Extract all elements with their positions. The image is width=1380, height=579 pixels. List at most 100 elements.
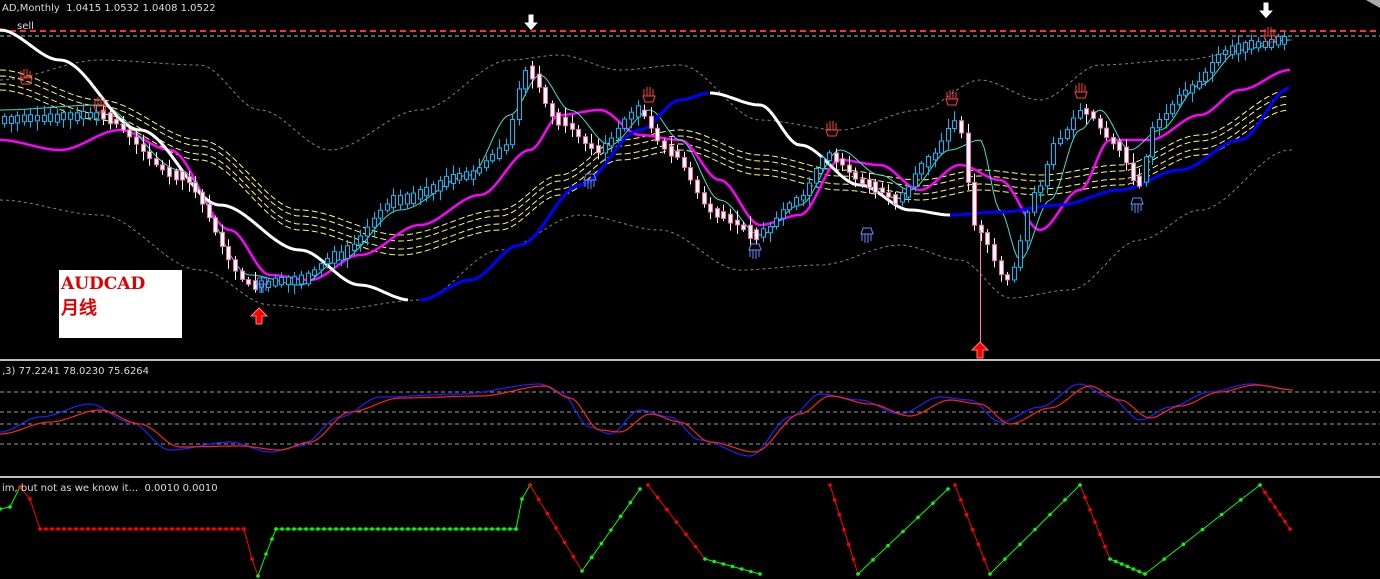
candle-body: [1131, 162, 1136, 182]
buy-arrow-icon: [249, 307, 269, 325]
candle-body: [530, 65, 535, 80]
candle-body: [1051, 143, 1056, 166]
candle-body: [174, 170, 179, 181]
oscillator-point: [1003, 557, 1007, 561]
oscillator-point: [242, 527, 246, 531]
oscillator-point: [212, 527, 216, 531]
candle-body: [537, 73, 542, 88]
candle-body: [9, 115, 14, 124]
candle-body: [636, 105, 641, 118]
oscillator-point: [382, 527, 386, 531]
candle-body: [391, 195, 396, 209]
candle-body: [273, 277, 278, 287]
candle-body: [411, 192, 416, 205]
oscillator-point: [206, 527, 210, 531]
oscillator-point: [931, 501, 935, 505]
candle-body: [682, 156, 687, 169]
oscillator-point: [684, 532, 688, 537]
candle-body: [834, 152, 839, 163]
oscillator-point: [618, 514, 623, 519]
oscillator-point: [188, 527, 192, 531]
candle-body: [642, 109, 647, 117]
oscillator-point: [334, 527, 338, 531]
candle-body: [147, 151, 152, 160]
oscillator-point: [466, 527, 470, 531]
candle-body: [365, 226, 370, 237]
stochastic-canvas[interactable]: [0, 362, 1380, 476]
candle-body: [1197, 80, 1202, 89]
candle-body: [926, 155, 931, 168]
candle-body: [827, 152, 832, 161]
oscillator-point: [514, 527, 518, 531]
stochastic-header: ,3) 77.2241 78.0230 75.6264: [2, 366, 150, 377]
candle-body: [352, 243, 357, 252]
candle-body: [1045, 164, 1050, 187]
candle-body: [695, 179, 700, 194]
candle-body: [385, 203, 390, 211]
pane-separator[interactable]: [0, 476, 1380, 478]
oscillator-point: [280, 527, 284, 531]
oscillator-point: [152, 527, 156, 531]
hand-up-icon: [945, 90, 959, 106]
candle-body: [319, 263, 324, 271]
oscillator-point: [1078, 483, 1082, 487]
oscillator-point: [646, 483, 650, 487]
oscillator-point: [158, 527, 162, 531]
oscillator-point: [1114, 559, 1118, 564]
candle-body: [583, 136, 588, 145]
pane-separator[interactable]: [0, 359, 1380, 361]
candle-body: [1098, 118, 1103, 129]
trading-terminal: AD,Monthly 1.0415 1.0532 1.0408 1.0522 s…: [0, 0, 1380, 579]
oscillator-point: [304, 527, 308, 531]
candle-body: [629, 111, 634, 120]
candle-body: [952, 120, 957, 129]
chart-header: AD,Monthly 1.0415 1.0532 1.0408 1.0522: [2, 3, 216, 14]
candle-body: [655, 127, 660, 142]
oscillator-point: [74, 527, 78, 531]
candle-body: [913, 173, 918, 188]
candle-body: [1190, 84, 1195, 94]
oscillator-point: [292, 527, 296, 531]
oscillator-point: [674, 520, 679, 524]
oscillator-point: [901, 529, 905, 534]
oscillator-point: [1200, 527, 1205, 532]
oscillator-point: [837, 512, 842, 517]
oscillator-pane[interactable]: im, but not as we know it... 0.0010 0.00…: [0, 479, 1380, 579]
candle-body: [523, 70, 528, 90]
oscillator-point: [693, 544, 698, 549]
oscillator-point: [298, 527, 302, 531]
oscillator-point: [545, 511, 550, 516]
oscillator-point: [502, 527, 506, 531]
candle-body: [358, 235, 363, 245]
candle-body: [576, 128, 581, 138]
candle-body: [820, 157, 825, 170]
candle-body: [101, 109, 106, 120]
candle-body: [1243, 42, 1248, 53]
oscillator-point: [128, 527, 132, 531]
oscillator-point: [1239, 498, 1243, 502]
price-chart-pane[interactable]: AD,Monthly 1.0415 1.0532 1.0408 1.0522 s…: [0, 0, 1380, 359]
oscillator-point: [665, 507, 669, 512]
oscillator-point: [86, 527, 90, 531]
candle-body: [761, 228, 766, 238]
oscillator-point: [140, 527, 144, 531]
oscillator-point: [478, 527, 482, 531]
oscillator-point: [1258, 483, 1262, 487]
candle-body: [748, 224, 753, 239]
candle-body: [721, 211, 726, 220]
oscillator-point: [442, 527, 446, 531]
candle-body: [649, 115, 654, 129]
hand-down-icon: [860, 227, 874, 243]
candle-body: [286, 276, 291, 286]
stochastic-pane[interactable]: ,3) 77.2241 78.0230 75.6264: [0, 362, 1380, 476]
candle-body: [933, 152, 938, 161]
candle-body: [867, 179, 872, 189]
oscillator-point: [406, 527, 410, 531]
oscillator-point: [1181, 542, 1186, 547]
candle-body: [715, 208, 720, 218]
price-chart-canvas[interactable]: [0, 0, 1380, 359]
oscillator-point: [98, 527, 102, 531]
candle-body: [781, 209, 786, 219]
oscillator-point: [0, 507, 2, 511]
oscillator-point: [953, 483, 957, 487]
